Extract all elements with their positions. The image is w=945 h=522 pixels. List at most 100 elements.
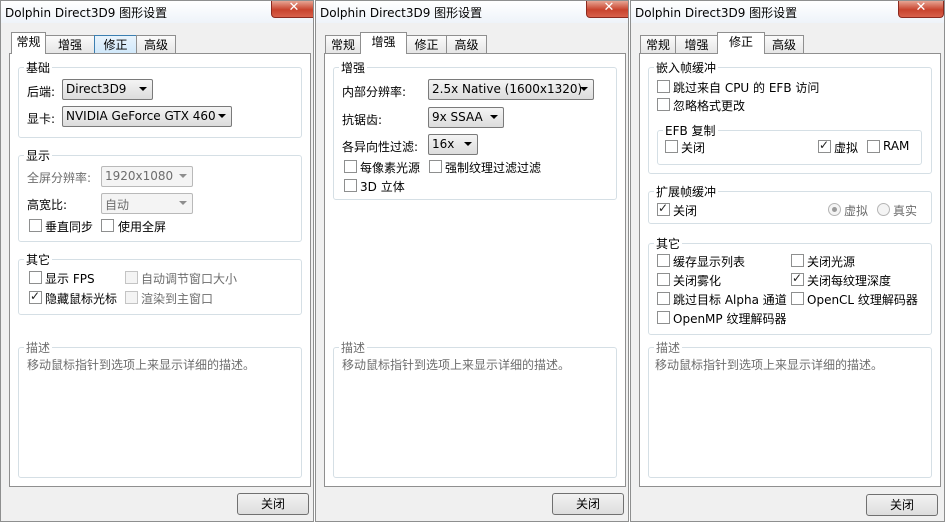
tab-panel: 基础 后端: Direct3D9 显卡: NVIDIA GeForce GTX … <box>9 53 311 487</box>
description-text: 移动鼠标指针到选项上来显示详细的描述。 <box>342 358 571 372</box>
fullscreen-res-value: 1920x1080 <box>105 169 174 183</box>
tab-panel: 增强 内部分辨率: 2.5x Native (1600x1320) 抗锯齿: 9… <box>324 53 626 487</box>
dropdown-arrow-icon <box>218 114 226 118</box>
group-display-title: 显示 <box>24 147 53 164</box>
ignore-format-label: 忽略格式更改 <box>673 99 746 113</box>
openmp-decoder-checkbox[interactable] <box>657 311 670 324</box>
skip-alpha-checkbox[interactable] <box>657 292 670 305</box>
group-efb-copy-title: EFB 复制 <box>663 122 718 139</box>
tab-advanced[interactable]: 高级 <box>446 35 487 54</box>
tab-enhancements[interactable]: 增强 <box>675 35 718 54</box>
efb-copy-virtual-checkbox[interactable]: ✓ <box>818 138 831 153</box>
window-title: Dolphin Direct3D9 图形设置 <box>635 6 798 20</box>
render-main-label: 渲染到主窗口 <box>141 292 214 306</box>
disable-depth-checkbox[interactable]: ✓ <box>791 271 804 286</box>
fullscreen-res-select[interactable]: 1920x1080 <box>101 166 193 187</box>
force-filtering-checkbox[interactable] <box>429 160 442 173</box>
show-fps-checkbox[interactable] <box>29 271 42 284</box>
stereo-3d-label: 3D 立体 <box>360 180 405 194</box>
dropdown-arrow-icon <box>179 174 187 178</box>
stereo-3d-checkbox[interactable] <box>344 179 357 192</box>
cache-display-lists-checkbox[interactable] <box>657 254 670 267</box>
use-fullscreen-label: 使用全屏 <box>118 220 167 234</box>
description-text: 移动鼠标指针到选项上来显示详细的描述。 <box>27 358 256 372</box>
skip-efb-access-label: 跳过来自 CPU 的 EFB 访问 <box>673 81 820 95</box>
disable-fog-label: 关闭雾化 <box>673 274 722 288</box>
close-icon: ✕ <box>603 0 615 15</box>
close-button[interactable]: 关闭 <box>866 494 938 516</box>
window-close-button[interactable]: ✕ <box>271 0 313 18</box>
tab-general[interactable]: 常规 <box>11 32 46 54</box>
close-button[interactable]: 关闭 <box>552 493 624 515</box>
description-text: 移动鼠标指针到选项上来显示详细的描述。 <box>655 358 884 372</box>
group-other-title: 其它 <box>24 251 53 268</box>
window-close-button[interactable]: ✕ <box>898 1 944 18</box>
af-select[interactable]: 16x <box>428 134 478 155</box>
efb-copy-virtual-label: 虚拟 <box>834 141 859 155</box>
render-main-checkbox[interactable] <box>125 291 138 304</box>
ignore-format-checkbox[interactable] <box>657 98 670 111</box>
disable-lighting-checkbox[interactable] <box>791 254 804 267</box>
aspect-select[interactable]: 自动 <box>101 193 193 214</box>
backend-value: Direct3D9 <box>66 82 127 96</box>
tab-general[interactable]: 常规 <box>640 35 676 54</box>
efb-copy-off-checkbox[interactable] <box>665 140 678 153</box>
checkmark-icon: ✓ <box>819 138 830 152</box>
internal-res-label: 内部分辨率: <box>342 85 407 99</box>
show-fps-label: 显示 FPS <box>45 272 95 286</box>
auto-adjust-checkbox[interactable] <box>125 271 138 284</box>
description-title: 描述 <box>654 339 683 356</box>
openmp-decoder-label: OpenMP 纹理解码器 <box>673 312 787 326</box>
xfb-virtual-radio[interactable] <box>828 203 841 216</box>
group-enhancements-title: 增强 <box>339 59 368 76</box>
window-title: Dolphin Direct3D9 图形设置 <box>320 6 483 20</box>
tab-hacks[interactable]: 修正 <box>406 35 447 54</box>
auto-adjust-label: 自动调节窗口大小 <box>141 272 238 286</box>
efb-copy-ram-checkbox[interactable] <box>867 140 880 153</box>
tab-hacks[interactable]: 修正 <box>717 32 765 54</box>
adapter-value: NVIDIA GeForce GTX 460 <box>66 109 216 123</box>
opencl-decoder-label: OpenCL 纹理解码器 <box>807 293 918 307</box>
backend-select[interactable]: Direct3D9 <box>62 79 153 100</box>
group-embedded-fb-title: 嵌入帧缓冲 <box>654 59 719 76</box>
title-bar[interactable]: Dolphin Direct3D9 图形设置 <box>316 1 628 23</box>
tab-advanced[interactable]: 高级 <box>764 35 804 54</box>
adapter-select[interactable]: NVIDIA GeForce GTX 460 <box>62 106 232 127</box>
xfb-off-checkbox[interactable]: ✓ <box>657 201 670 216</box>
tab-advanced[interactable]: 高级 <box>136 35 176 54</box>
hide-cursor-label: 隐藏鼠标光标 <box>45 292 118 306</box>
xfb-off-label: 关闭 <box>673 204 698 218</box>
per-pixel-lighting-checkbox[interactable] <box>344 160 357 173</box>
hide-cursor-checkbox[interactable]: ✓ <box>29 289 42 304</box>
af-label: 各异向性过滤: <box>342 140 419 154</box>
internal-res-select[interactable]: 2.5x Native (1600x1320) <box>428 79 594 100</box>
tab-enhancements[interactable]: 增强 <box>360 32 407 54</box>
close-icon: ✕ <box>288 0 300 15</box>
description-title: 描述 <box>339 339 368 356</box>
window-general: Dolphin Direct3D9 图形设置 ✕ 常规 增强 修正 高级 基础 … <box>0 0 314 522</box>
checkmark-icon: ✓ <box>658 201 669 215</box>
xfb-virtual-label: 虚拟 <box>844 204 869 218</box>
disable-fog-checkbox[interactable] <box>657 273 670 286</box>
dropdown-arrow-icon <box>179 201 187 205</box>
backend-label: 后端: <box>27 85 56 99</box>
xfb-real-label: 真实 <box>893 204 918 218</box>
close-button[interactable]: 关闭 <box>237 493 309 515</box>
af-value: 16x <box>432 137 455 151</box>
aa-select[interactable]: 9x SSAA <box>428 107 504 128</box>
tab-hacks[interactable]: 修正 <box>94 35 137 54</box>
tab-enhancements[interactable]: 增强 <box>45 35 95 54</box>
group-basic <box>18 67 302 138</box>
window-enhancements: Dolphin Direct3D9 图形设置 ✕ 常规 增强 修正 高级 增强 … <box>315 0 629 522</box>
title-bar[interactable]: Dolphin Direct3D9 图形设置 <box>1 1 313 23</box>
internal-res-value: 2.5x Native (1600x1320) <box>432 82 583 96</box>
tab-general[interactable]: 常规 <box>325 35 361 54</box>
dropdown-arrow-icon <box>464 142 472 146</box>
skip-efb-access-checkbox[interactable] <box>657 80 670 93</box>
opencl-decoder-checkbox[interactable] <box>791 292 804 305</box>
use-fullscreen-checkbox[interactable] <box>101 219 114 232</box>
window-close-button[interactable]: ✕ <box>586 0 628 18</box>
vsync-checkbox[interactable] <box>29 219 42 232</box>
xfb-real-radio[interactable] <box>877 203 890 216</box>
checkmark-icon: ✓ <box>30 289 41 303</box>
